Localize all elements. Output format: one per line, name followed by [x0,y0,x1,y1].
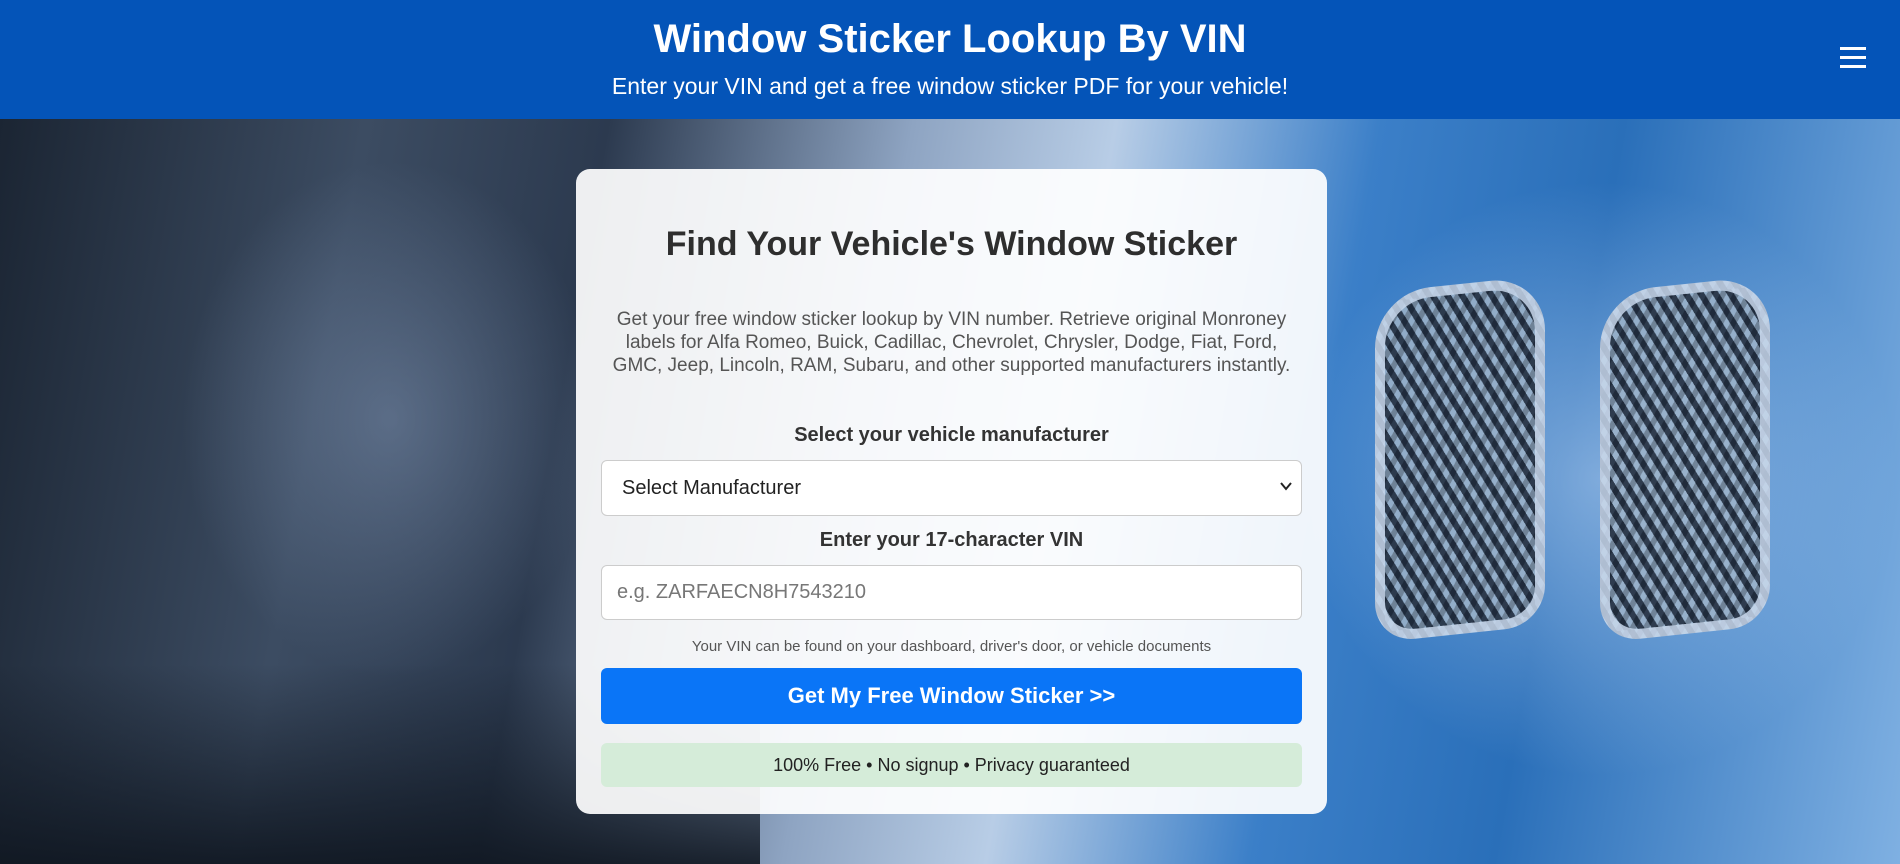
vin-label: Enter your 17-character VIN [819,529,1084,551]
hamburger-menu-button[interactable] [1836,40,1870,74]
form-description: Get your free window sticker lookup by V… [612,309,1291,376]
vehicle-grille-image [1600,275,1770,643]
get-window-sticker-button[interactable]: Get My Free Window Sticker >> [601,668,1302,724]
form-title: Find Your Vehicle's Window Sticker [665,225,1238,263]
site-header: Window Sticker Lookup By VIN Enter your … [0,0,1900,119]
hamburger-menu-icon [1836,46,1870,68]
page-title: Window Sticker Lookup By VIN [653,17,1247,61]
page-subtitle: Enter your VIN and get a free window sti… [611,73,1289,99]
free-notice-badge: 100% Free • No signup • Privacy guarante… [601,743,1302,787]
vin-hint: Your VIN can be found on your dashboard,… [691,638,1212,655]
manufacturer-label: Select your vehicle manufacturer [794,424,1109,446]
vin-input[interactable] [601,565,1302,620]
manufacturer-select[interactable]: Select Manufacturer [601,460,1302,516]
manufacturer-selected-value: Select Manufacturer [622,477,801,499]
vehicle-grille-image [1375,275,1545,643]
chevron-down-icon [1280,482,1292,491]
lookup-form-card: Find Your Vehicle's Window Sticker Get y… [576,169,1327,814]
